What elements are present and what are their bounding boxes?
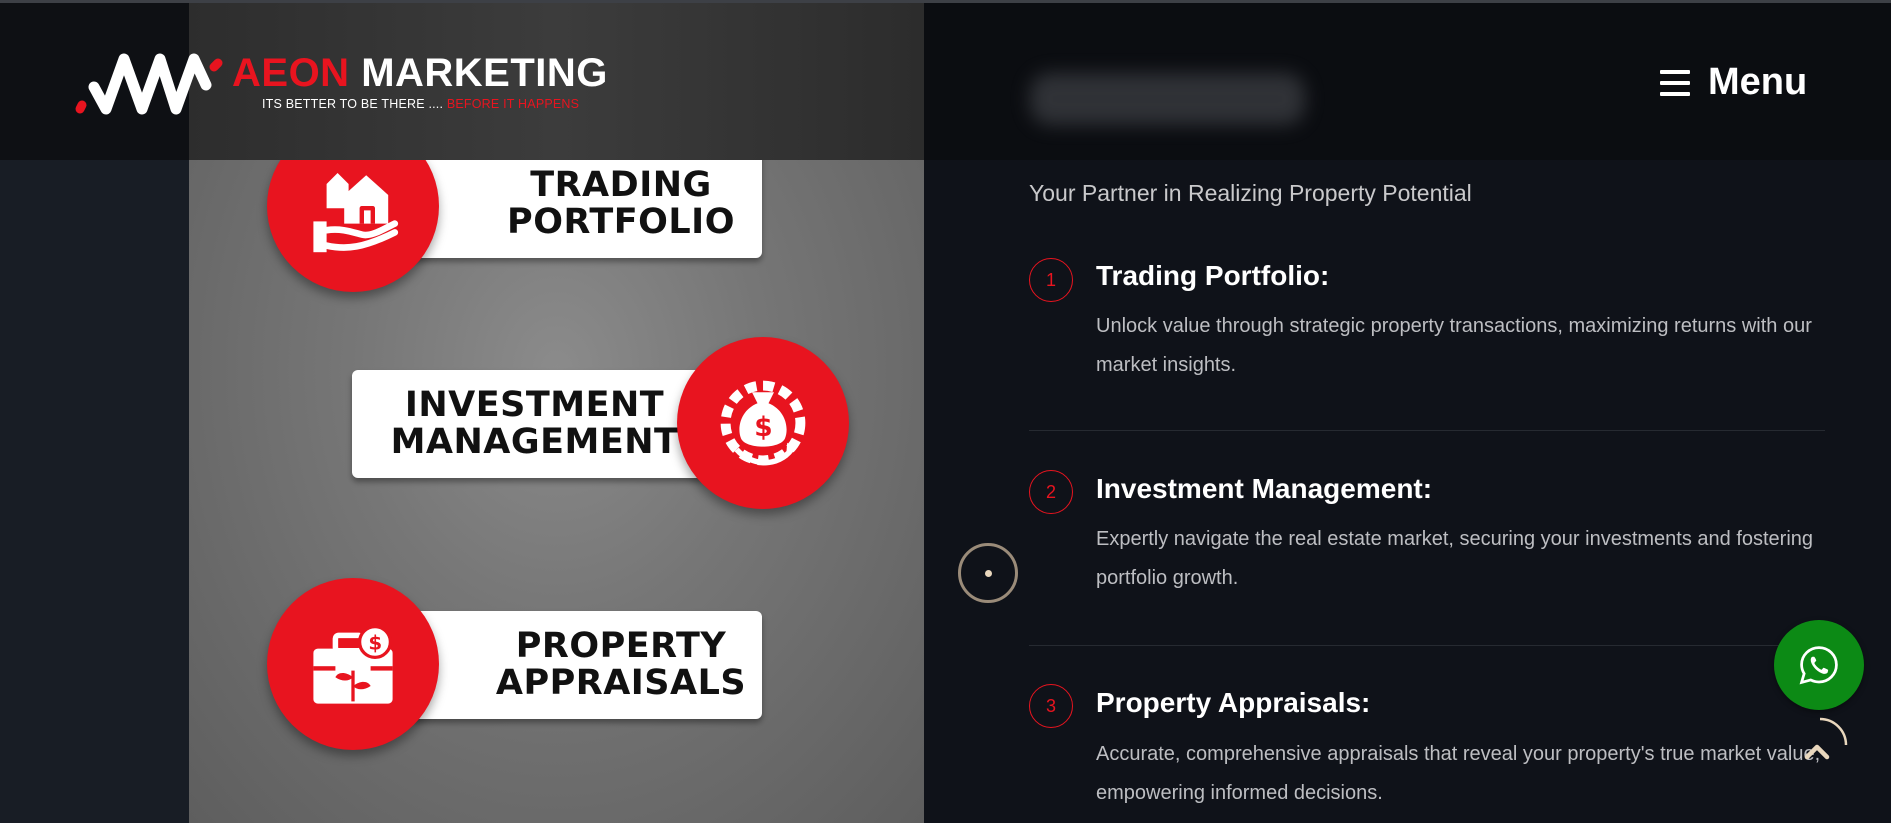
menu-button[interactable]: Menu: [1660, 61, 1807, 104]
svg-text:$: $: [331, 189, 342, 207]
tagline-part1: ITS BETTER TO BE THERE ....: [262, 97, 444, 111]
cursor-ring: [958, 543, 1018, 603]
service-label-line: TRADING: [530, 164, 712, 205]
brand-name-part2: MARKETING: [361, 51, 608, 95]
menu-label: Menu: [1708, 61, 1808, 103]
feature-description: Unlock value through strategic property …: [1096, 315, 1812, 376]
service-label-line: PORTFOLIO: [507, 202, 735, 242]
brand-name: AEON MARKETING: [232, 51, 608, 95]
divider: [1029, 645, 1825, 646]
service-label-line: APPRAISALS: [495, 663, 747, 703]
blurred-heading: [1030, 73, 1305, 125]
brand-tagline: ITS BETTER TO BE THERE .... BEFORE IT HA…: [262, 97, 608, 111]
logo-text: AEON MARKETING ITS BETTER TO BE THERE ..…: [232, 51, 608, 111]
feature-number-badge: 3: [1029, 684, 1073, 728]
service-label-line: PROPERTY: [515, 625, 727, 666]
chevron-up-icon: [1804, 717, 1848, 760]
feature-number-badge: 2: [1029, 470, 1073, 514]
svg-text:$: $: [368, 632, 382, 655]
service-label-line: INVESTMENT: [404, 384, 665, 425]
cursor-dot: [985, 570, 992, 577]
tagline-part2: BEFORE IT HAPPENS: [446, 97, 580, 111]
page: TRADING PORTFOLIO $ INVESTMENT MANAGEMEN…: [0, 0, 1891, 823]
site-header: AEON MARKETING ITS BETTER TO BE THERE ..…: [0, 3, 1891, 160]
feature-description: Accurate, comprehensive appraisals that …: [1096, 743, 1821, 804]
feature-title: Trading Portfolio:: [1096, 260, 1330, 291]
feature-title: Property Appraisals:: [1096, 687, 1371, 718]
feature-number-badge: 1: [1029, 258, 1073, 302]
svg-text:$: $: [754, 412, 772, 443]
scroll-to-top-button[interactable]: [1790, 715, 1850, 775]
top-border: [0, 0, 1891, 3]
section-subtitle: Your Partner in Realizing Property Poten…: [1029, 180, 1472, 206]
feature-title: Investment Management:: [1096, 473, 1433, 504]
feature-description: Expertly navigate the real estate market…: [1096, 528, 1814, 589]
brand-name-part1: AEON: [232, 51, 350, 95]
money-bag-gear-icon: $: [677, 337, 849, 509]
whatsapp-button[interactable]: [1774, 620, 1864, 710]
logo-wave-icon: [72, 49, 224, 123]
hamburger-icon: [1660, 69, 1690, 96]
logo[interactable]: AEON MARKETING ITS BETTER TO BE THERE ..…: [72, 49, 608, 123]
whatsapp-icon: [1799, 646, 1838, 685]
divider: [1029, 430, 1825, 431]
service-label-line: MANAGEMENT: [390, 422, 679, 462]
briefcase-growth-icon: $: [267, 578, 439, 750]
